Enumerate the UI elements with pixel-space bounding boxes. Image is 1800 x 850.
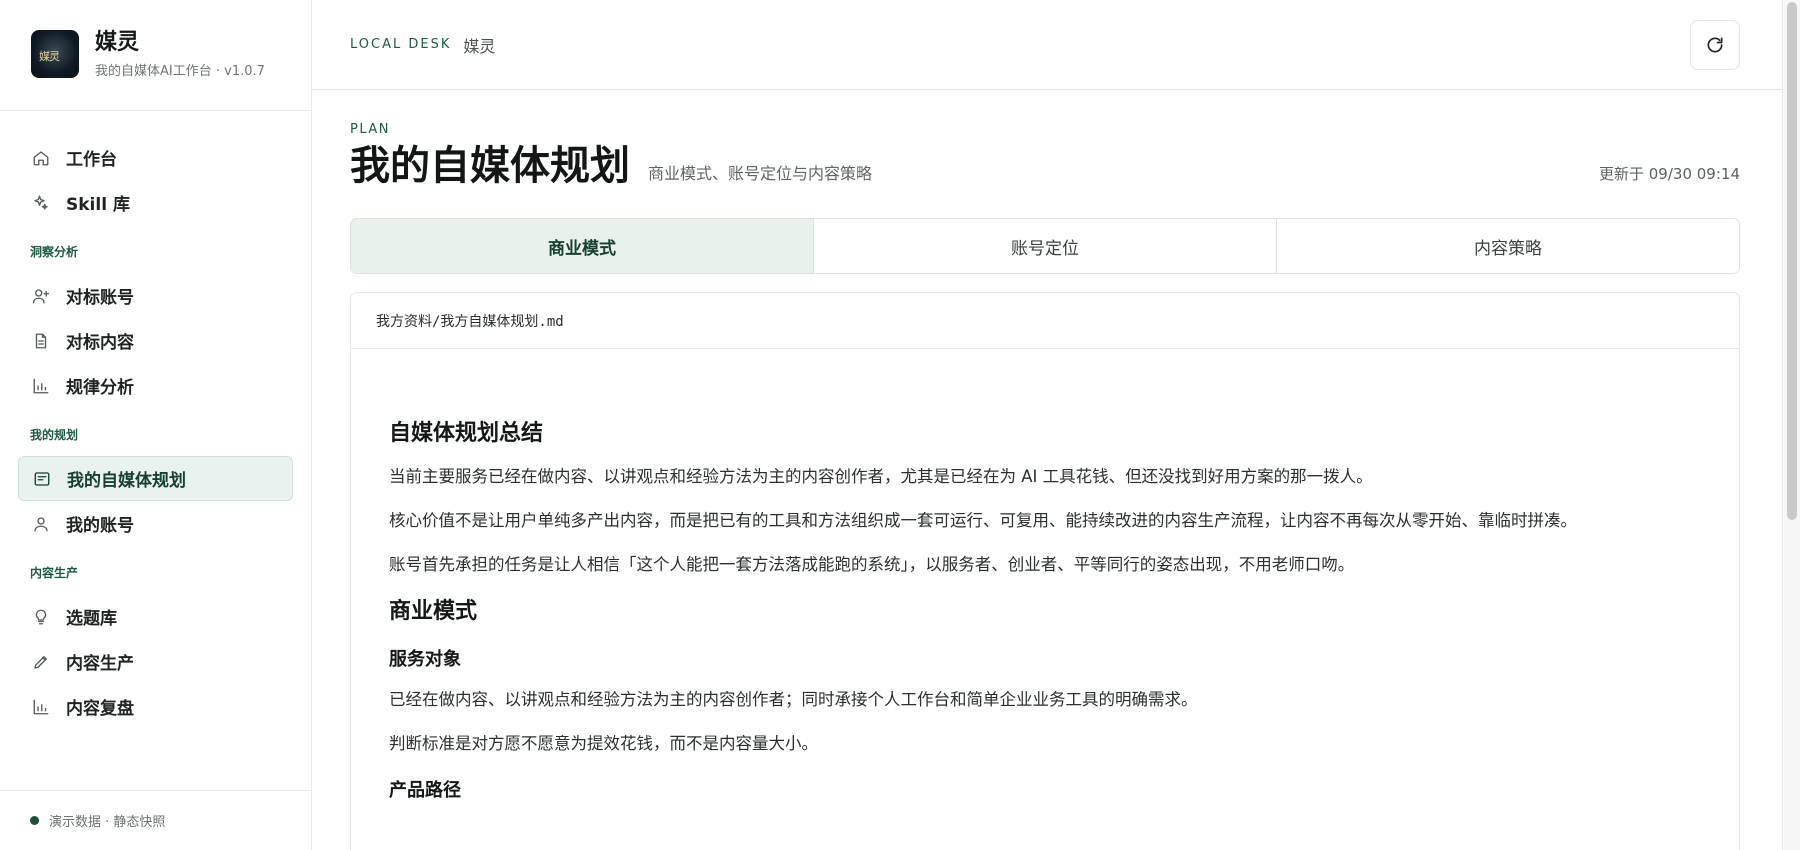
topbar: LOCAL DESK 媒灵 <box>312 0 1782 90</box>
document-panel: 我方资料/我方自媒体规划.md 自媒体规划总结 当前主要服务已经在做内容、以讲观… <box>350 292 1740 850</box>
tab-content-strategy[interactable]: 内容策略 <box>1277 219 1739 273</box>
paragraph: 已经在做内容、以讲观点和经验方法为主的内容创作者；同时承接个人工作台和简单企业业… <box>389 690 1198 709</box>
brand-name: 媒灵 <box>95 30 140 55</box>
section-label-plan: 我的规划 <box>30 428 79 442</box>
heading-business-model: 商业模式 <box>389 599 478 624</box>
sidebar-item-label: 规律分析 <box>66 378 134 398</box>
bar-chart-icon <box>33 378 49 393</box>
status-dot <box>30 816 39 825</box>
user-icon <box>34 516 48 531</box>
brand-text: 媒灵 我的自媒体AI工作台 · v1.0.7 <box>95 30 265 110</box>
bar-chart-icon <box>33 699 49 714</box>
refresh-button[interactable] <box>1690 20 1740 70</box>
bulb-icon <box>35 609 47 624</box>
sidebar-item-topics[interactable]: 选题库 <box>18 594 293 639</box>
sidebar-item-my-plan[interactable]: 我的自媒体规划 <box>18 456 293 501</box>
heading-audience: 服务对象 <box>389 649 461 670</box>
heading-product-path: 产品路径 <box>389 780 461 801</box>
sidebar-item-label: 内容复盘 <box>66 699 134 719</box>
sidebar-item-label: 我的自媒体规划 <box>67 471 186 491</box>
sidebar-item-content-production[interactable]: 内容生产 <box>18 639 293 684</box>
tab-account-positioning[interactable]: 账号定位 <box>814 219 1277 273</box>
tab-business-model[interactable]: 商业模式 <box>351 219 814 273</box>
page-scrollbar[interactable] <box>1782 0 1800 850</box>
sidebar-item-my-account[interactable]: 我的账号 <box>18 501 293 546</box>
document-path: 我方资料/我方自媒体规划.md <box>351 293 1739 349</box>
sidebar-item-benchmark-content[interactable]: 对标内容 <box>18 318 293 363</box>
topbar-eyebrow: LOCAL DESK <box>350 37 452 52</box>
sidebar-item-content-review[interactable]: 内容复盘 <box>18 684 293 729</box>
sidebar: 媒灵 媒灵 我的自媒体AI工作台 · v1.0.7 工作台 Skill 库 洞察… <box>0 0 312 850</box>
sidebar-item-label: 选题库 <box>66 609 117 629</box>
scrollbar-thumb[interactable] <box>1787 2 1797 520</box>
sidebar-nav: 工作台 Skill 库 洞察分析 对标账号 对标内容 规律分析 我的规划 我的自… <box>0 111 311 729</box>
sidebar-item-benchmark-accounts[interactable]: 对标账号 <box>18 273 293 318</box>
home-icon <box>33 150 49 165</box>
heading-summary: 自媒体规划总结 <box>389 421 544 446</box>
sidebar-item-label: 对标内容 <box>66 333 134 353</box>
title-row: 我的自媒体规划 商业模式、账号定位与内容策略 更新于 09/30 09:14 <box>350 143 1740 189</box>
page-title: 我的自媒体规划 <box>350 143 630 189</box>
refresh-icon <box>1707 37 1723 53</box>
paragraph: 当前主要服务已经在做内容、以讲观点和经验方法为主的内容创作者，尤其是已经在为 A… <box>389 467 1373 486</box>
section-label-insight: 洞察分析 <box>30 245 79 259</box>
footer-status-text: 演示数据 · 静态快照 <box>49 815 166 830</box>
sidebar-item-workbench[interactable]: 工作台 <box>18 135 293 180</box>
sidebar-item-label: 我的账号 <box>66 516 134 536</box>
section-label-production: 内容生产 <box>30 566 79 580</box>
updated-timestamp: 更新于 09/30 09:14 <box>1599 165 1740 183</box>
paragraph: 判断标准是对方愿不愿意为提效花钱，而不是内容量大小。 <box>389 734 818 753</box>
plan-eyebrow: PLAN <box>350 122 390 137</box>
sidebar-item-label: 对标账号 <box>66 288 134 308</box>
plan-page: PLAN 我的自媒体规划 商业模式、账号定位与内容策略 更新于 09/30 09… <box>312 122 1782 850</box>
logo-text: 媒灵 <box>39 50 60 63</box>
sidebar-footer: 演示数据 · 静态快照 <box>0 790 311 850</box>
main-content: LOCAL DESK 媒灵 PLAN 我的自媒体规划 商业模式、账号定位与内容策… <box>312 0 1782 850</box>
sidebar-item-skills[interactable]: Skill 库 <box>18 180 293 225</box>
sidebar-item-pattern-analysis[interactable]: 规律分析 <box>18 363 293 408</box>
pencil-icon <box>34 655 47 669</box>
user-plus-icon <box>32 288 50 303</box>
plan-tabs: 商业模式 账号定位 内容策略 <box>350 218 1740 274</box>
brand-header: 媒灵 媒灵 我的自媒体AI工作台 · v1.0.7 <box>0 0 311 111</box>
document-icon <box>35 333 47 348</box>
app-logo: 媒灵 <box>31 30 79 78</box>
page-subtitle: 商业模式、账号定位与内容策略 <box>648 164 873 183</box>
sidebar-item-label: Skill 库 <box>66 195 130 215</box>
sparkle-icon <box>34 195 48 210</box>
plan-icon <box>34 471 50 486</box>
sidebar-item-label: 内容生产 <box>66 654 134 674</box>
document-body: 自媒体规划总结 当前主要服务已经在做内容、以讲观点和经验方法为主的内容创作者，尤… <box>351 349 1739 803</box>
topbar-app-name: 媒灵 <box>463 36 496 56</box>
paragraph: 账号首先承担的任务是让人相信「这个人能把一套方法落成能跑的系统」，以服务者、创业… <box>389 555 1355 574</box>
paragraph: 核心价值不是让用户单纯多产出内容，而是把已有的工具和方法组织成一套可运行、可复用… <box>389 511 1577 530</box>
brand-subtitle: 我的自媒体AI工作台 · v1.0.7 <box>95 64 265 79</box>
sidebar-item-label: 工作台 <box>66 150 117 170</box>
